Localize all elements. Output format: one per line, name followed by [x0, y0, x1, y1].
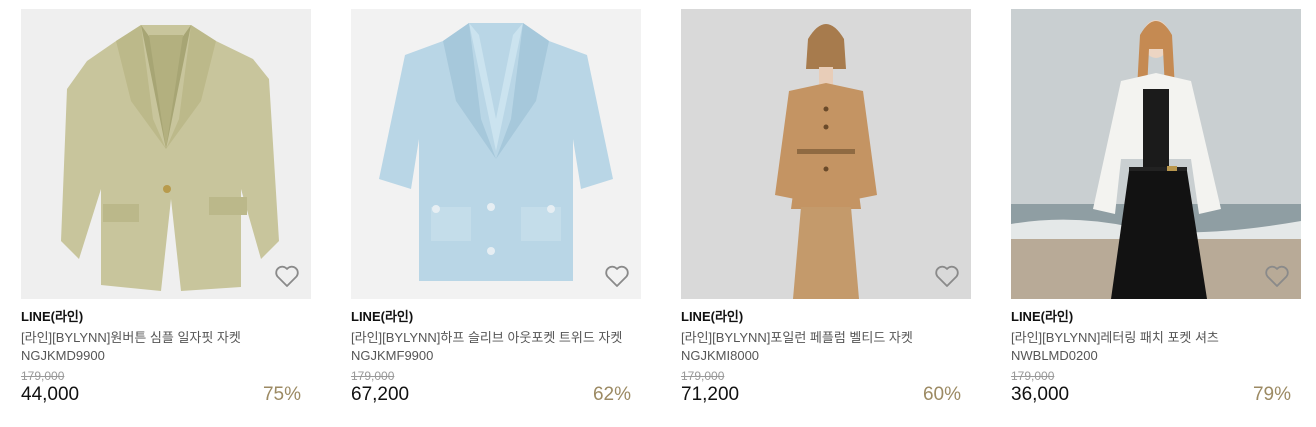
- sale-price: 44,000: [21, 384, 80, 405]
- brand-name[interactable]: LINE(라인): [351, 309, 641, 325]
- product-card[interactable]: LINE(라인) [라인][BYLYNN]포일런 페플럼 벨티드 자켓 NGJK…: [681, 9, 971, 407]
- product-name[interactable]: [라인][BYLYNN]레터링 패치 포켓 셔츠 NWBLMD0200: [1011, 329, 1301, 365]
- product-grid: LINE(라인) [라인][BYLYNN]원버튼 심플 일자핏 자켓 NGJKM…: [0, 0, 1316, 427]
- discount-rate: 75%: [262, 384, 301, 405]
- wishlist-heart-icon[interactable]: [274, 264, 300, 288]
- product-card[interactable]: LINE(라인) [라인][BYLYNN]레터링 패치 포켓 셔츠 NWBLMD…: [1011, 9, 1301, 407]
- wishlist-heart-icon[interactable]: [604, 264, 630, 288]
- discount-rate: 62%: [592, 384, 631, 405]
- sale-price: 67,200: [351, 384, 410, 405]
- original-price: 179,000: [681, 369, 725, 383]
- brand-name[interactable]: LINE(라인): [1011, 309, 1301, 325]
- product-card[interactable]: LINE(라인) [라인][BYLYNN]하프 슬리브 아웃포켓 트위드 자켓 …: [351, 9, 641, 407]
- product-name[interactable]: [라인][BYLYNN]원버튼 심플 일자핏 자켓 NGJKMD9900: [21, 329, 311, 365]
- brand-name[interactable]: LINE(라인): [681, 309, 971, 325]
- original-price: 179,000: [21, 369, 65, 383]
- product-image[interactable]: [21, 9, 311, 299]
- wishlist-heart-icon[interactable]: [1264, 264, 1290, 288]
- discount-rate: 60%: [922, 384, 961, 405]
- product-image[interactable]: [1011, 9, 1301, 299]
- product-name[interactable]: [라인][BYLYNN]포일런 페플럼 벨티드 자켓 NGJKMI8000: [681, 329, 971, 365]
- original-price: 179,000: [351, 369, 395, 383]
- product-image[interactable]: [351, 9, 641, 299]
- product-card[interactable]: LINE(라인) [라인][BYLYNN]원버튼 심플 일자핏 자켓 NGJKM…: [21, 9, 311, 407]
- brand-name[interactable]: LINE(라인): [21, 309, 311, 325]
- discount-rate: 79%: [1252, 384, 1291, 405]
- product-image[interactable]: [681, 9, 971, 299]
- wishlist-heart-icon[interactable]: [934, 264, 960, 288]
- original-price: 179,000: [1011, 369, 1055, 383]
- sale-price: 36,000: [1011, 384, 1070, 405]
- sale-price: 71,200: [681, 384, 740, 405]
- product-name[interactable]: [라인][BYLYNN]하프 슬리브 아웃포켓 트위드 자켓 NGJKMF990…: [351, 329, 641, 365]
